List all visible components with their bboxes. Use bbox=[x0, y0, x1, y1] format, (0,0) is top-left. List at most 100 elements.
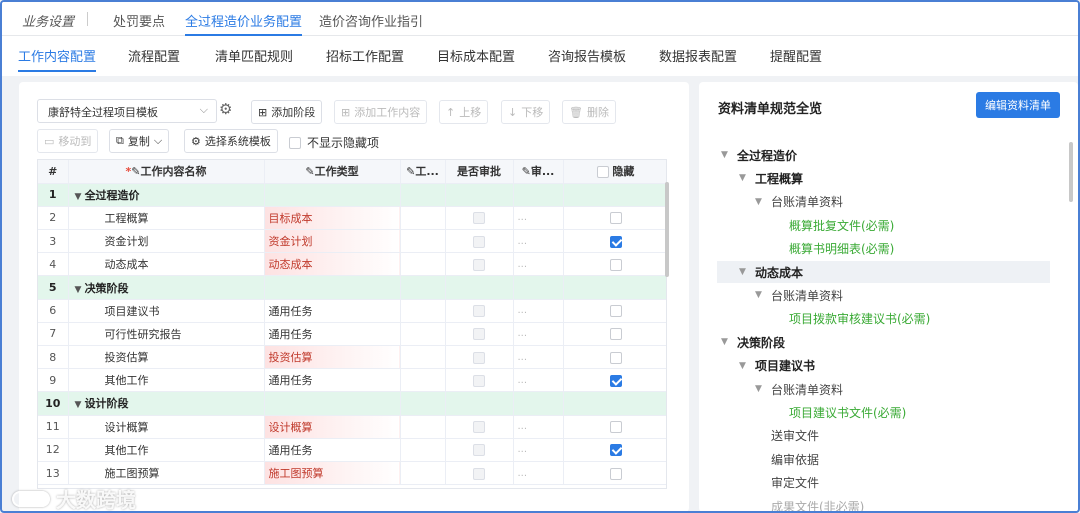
expand-caret-icon[interactable]: ▼ bbox=[755, 384, 765, 394]
subtab-list-rules[interactable]: 清单匹配规则 bbox=[215, 46, 293, 65]
subtab-target-cost[interactable]: 目标成本配置 bbox=[437, 46, 515, 65]
work-content-name[interactable]: ▼ 设计阶段 bbox=[68, 391, 265, 416]
table-row[interactable]: 6 项目建议书 通用任务... bbox=[38, 299, 666, 323]
col5-cell[interactable]: ... bbox=[513, 438, 564, 462]
approval-checkbox[interactable] bbox=[473, 235, 485, 248]
subtab-work-content[interactable]: 工作内容配置 bbox=[18, 46, 97, 72]
table-row[interactable]: 3 资金计划 资金计划... bbox=[38, 229, 666, 254]
col3-cell[interactable] bbox=[400, 299, 446, 323]
template-select[interactable]: 康舒特全过程项目模板 ⌵ bbox=[37, 99, 217, 123]
delete-button[interactable]: 🗑 删除 bbox=[562, 100, 616, 124]
subtab-report-template[interactable]: 咨询报告模板 bbox=[548, 46, 626, 65]
tab-full-process-cost-config[interactable]: 全过程造价业务配置 bbox=[185, 11, 303, 36]
col3-cell[interactable] bbox=[400, 229, 446, 254]
work-type-cell[interactable]: 设计概算 bbox=[264, 415, 401, 439]
approval-cell[interactable] bbox=[445, 183, 514, 207]
col5-cell[interactable] bbox=[513, 183, 564, 207]
hidden-checkbox[interactable] bbox=[609, 212, 622, 225]
approval-checkbox[interactable] bbox=[473, 328, 485, 341]
expand-caret-icon[interactable]: ▼ bbox=[739, 361, 749, 371]
col3-cell[interactable] bbox=[400, 322, 446, 347]
work-content-name[interactable]: ▼ 全过程造价 bbox=[68, 183, 265, 207]
expand-caret-icon[interactable]: ▼ bbox=[721, 337, 731, 347]
work-content-name[interactable]: 设计概算 bbox=[68, 415, 265, 439]
tree-node[interactable]: 审定文件 bbox=[755, 472, 819, 494]
add-content-button[interactable]: ⊞ 添加工作内容 bbox=[334, 100, 428, 124]
work-content-name[interactable]: 其他工作 bbox=[68, 368, 265, 393]
work-content-name[interactable]: 动态成本 bbox=[68, 252, 265, 277]
table-scrollbar[interactable] bbox=[665, 182, 669, 277]
tree-node[interactable]: 编审依据 bbox=[755, 448, 819, 470]
work-type-cell[interactable] bbox=[264, 391, 401, 416]
approval-cell[interactable] bbox=[445, 275, 514, 300]
work-type-cell[interactable]: 通用任务 bbox=[264, 368, 401, 393]
tree-node[interactable]: 送审文件 bbox=[755, 425, 819, 447]
work-type-cell[interactable]: 动态成本 bbox=[264, 252, 401, 277]
tree-node[interactable]: ▼ 全过程造价 bbox=[721, 144, 797, 166]
move-to-button[interactable]: ▭ 移动到 bbox=[37, 129, 99, 153]
work-content-name[interactable]: 其他工作 bbox=[68, 438, 265, 462]
table-row[interactable]: 4 动态成本 动态成本... bbox=[38, 252, 666, 277]
work-type-cell[interactable]: 资金计划 bbox=[264, 229, 401, 254]
hidden-checkbox[interactable] bbox=[609, 258, 622, 271]
col5-cell[interactable]: ... bbox=[513, 229, 564, 254]
approval-cell[interactable] bbox=[445, 252, 514, 277]
hidden-cell[interactable] bbox=[563, 229, 666, 254]
work-type-cell[interactable]: 施工图预算 bbox=[264, 461, 401, 486]
approval-checkbox[interactable] bbox=[473, 351, 485, 364]
col5-cell[interactable]: ... bbox=[513, 368, 564, 393]
expand-caret-icon[interactable]: ▼ bbox=[75, 400, 85, 410]
expand-caret-icon[interactable]: ▼ bbox=[755, 197, 765, 207]
table-group-row[interactable]: 5 ▼ 决策阶段 bbox=[38, 275, 666, 300]
hidden-cell[interactable] bbox=[563, 415, 666, 439]
col5-cell[interactable]: ... bbox=[513, 345, 564, 370]
work-content-name[interactable]: ▼ 决策阶段 bbox=[68, 275, 265, 300]
expand-caret-icon[interactable]: ▼ bbox=[739, 267, 749, 277]
work-type-cell[interactable]: 通用任务 bbox=[264, 322, 401, 347]
approval-checkbox[interactable] bbox=[473, 421, 485, 434]
move-up-button[interactable]: ↑ 上移 bbox=[439, 100, 489, 124]
col5-cell[interactable]: ... bbox=[513, 322, 564, 347]
col5-cell[interactable]: ... bbox=[513, 299, 564, 323]
approval-checkbox[interactable] bbox=[473, 467, 485, 480]
hidden-cell[interactable] bbox=[563, 461, 666, 486]
expand-caret-icon[interactable]: ▼ bbox=[755, 290, 765, 300]
table-row[interactable]: 13 施工图预算 施工图预算... bbox=[38, 461, 666, 486]
hide-hidden-checkbox[interactable] bbox=[289, 136, 301, 149]
tree-node[interactable]: ▼ 动态成本 bbox=[717, 261, 1050, 283]
work-type-cell[interactable]: 通用任务 bbox=[264, 299, 401, 323]
approval-checkbox[interactable] bbox=[473, 212, 485, 225]
expand-caret-icon[interactable]: ▼ bbox=[75, 285, 85, 295]
work-type-cell[interactable] bbox=[264, 183, 401, 207]
copy-button[interactable]: ⧉ 复制 ⌵ bbox=[109, 129, 170, 153]
hidden-cell[interactable] bbox=[563, 345, 666, 370]
choose-template-button[interactable]: ⚙ 选择系统模板 bbox=[184, 129, 278, 153]
add-stage-button[interactable]: ⊞ 添加阶段 bbox=[251, 100, 323, 124]
col5-cell[interactable]: ... bbox=[513, 252, 564, 277]
tab-consulting-guide[interactable]: 造价咨询作业指引 bbox=[319, 11, 423, 30]
work-type-cell[interactable] bbox=[264, 275, 401, 300]
hidden-checkbox[interactable] bbox=[609, 235, 622, 248]
hidden-checkbox[interactable] bbox=[609, 305, 622, 318]
col5-cell[interactable]: ... bbox=[513, 415, 564, 439]
table-row[interactable]: 9 其他工作 通用任务... bbox=[38, 368, 666, 393]
col-header-hidden[interactable]: 隐藏 bbox=[563, 160, 666, 184]
work-content-name[interactable]: 工程概算 bbox=[68, 206, 265, 231]
col-header-name[interactable]: *✎工作内容名称 bbox=[68, 160, 265, 184]
hidden-cell[interactable] bbox=[563, 299, 666, 323]
hidden-checkbox[interactable] bbox=[609, 328, 622, 341]
approval-checkbox[interactable] bbox=[473, 258, 485, 271]
tree-node[interactable]: ▼ 台账清单资料 bbox=[755, 191, 843, 213]
tree-node[interactable]: 概算书明细表(必需) bbox=[773, 238, 894, 260]
col3-cell[interactable] bbox=[400, 345, 446, 370]
approval-cell[interactable] bbox=[445, 229, 514, 254]
col-header-approval[interactable]: 是否审批 bbox=[445, 160, 514, 184]
col3-cell[interactable] bbox=[400, 438, 446, 462]
approval-checkbox[interactable] bbox=[473, 374, 485, 387]
hidden-checkbox[interactable] bbox=[609, 467, 622, 480]
approval-checkbox[interactable] bbox=[473, 305, 485, 318]
col-header-col3[interactable]: ✎工... bbox=[400, 160, 446, 184]
approval-cell[interactable] bbox=[445, 345, 514, 370]
hidden-checkbox[interactable] bbox=[609, 351, 622, 364]
col3-cell[interactable] bbox=[400, 183, 446, 207]
